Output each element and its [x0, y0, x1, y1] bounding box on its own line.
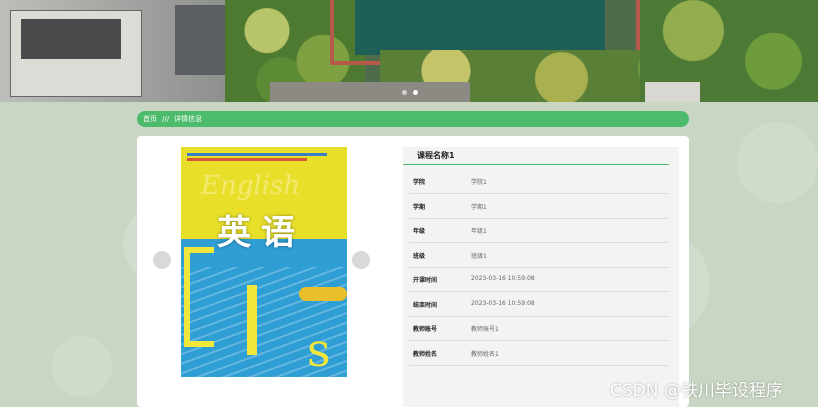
image-next-button[interactable] — [352, 251, 370, 269]
detail-value: 学期1 — [471, 204, 487, 211]
banner-building — [175, 5, 230, 75]
detail-value: 年级1 — [471, 228, 487, 235]
detail-value: 2023-03-16 10:59:08 — [471, 300, 535, 307]
detail-value: 教师账号1 — [471, 326, 499, 333]
detail-label: 年级 — [413, 228, 426, 235]
banner-building — [10, 10, 142, 97]
detail-label: 学院 — [413, 179, 426, 186]
cover-stripe — [187, 153, 327, 156]
cover-letter-e — [184, 247, 214, 347]
detail-row: 年级 年级1 — [409, 218, 669, 243]
banner-carousel[interactable] — [0, 0, 818, 102]
banner-road — [270, 82, 470, 102]
breadcrumb-separator: /// — [162, 115, 170, 123]
detail-label: 学期 — [413, 204, 426, 211]
detail-label: 教师姓名 — [413, 351, 438, 358]
detail-value: 班级1 — [471, 253, 487, 260]
cover-sticker — [299, 287, 347, 301]
cover-stripe — [187, 158, 307, 161]
cover-letter-l — [247, 285, 257, 355]
detail-label: 开课时间 — [413, 277, 438, 284]
detail-row: 教师姓名 教师姓名1 — [409, 341, 669, 366]
banner-court — [355, 0, 605, 55]
detail-label: 结束时间 — [413, 302, 438, 309]
detail-label: 班级 — [413, 253, 426, 260]
detail-row: 开课时间 2023-03-16 10:59:08 — [409, 267, 669, 292]
detail-row: 学期 学期1 — [409, 194, 669, 219]
detail-card: English 英语 s 课程名称1 学院 学院1 学期 学期1 年级 年级1 … — [137, 136, 689, 407]
detail-row: 学院 学院1 — [409, 169, 669, 194]
detail-value: 学院1 — [471, 179, 487, 186]
course-name: 课程名称1 — [403, 147, 669, 165]
detail-row: 教师账号 教师账号1 — [409, 316, 669, 341]
detail-row: 结束时间 2023-03-16 10:59:08 — [409, 292, 669, 317]
carousel-dot-active[interactable] — [413, 90, 418, 95]
course-cover-image: English 英语 s — [181, 147, 347, 377]
carousel-dot[interactable] — [402, 90, 407, 95]
image-prev-button[interactable] — [153, 251, 171, 269]
detail-label: 教师账号 — [413, 326, 438, 333]
csdn-watermark: CSDN @铁川毕设程序 — [610, 381, 783, 401]
cover-title: 英语 — [217, 213, 305, 253]
detail-row: 班级 班级1 — [409, 243, 669, 268]
carousel-dots — [402, 90, 418, 95]
detail-value: 2023-03-16 10:59:08 — [471, 275, 535, 282]
breadcrumb-current: 详情信息 — [174, 115, 203, 123]
cover-letter-s: s — [307, 323, 331, 377]
banner-building — [645, 82, 700, 102]
cover-english-text: English — [201, 171, 301, 201]
breadcrumb: 首页 /// 详情信息 — [137, 111, 689, 127]
course-details-panel: 课程名称1 学院 学院1 学期 学期1 年级 年级1 班级 班级1 开课时间 2… — [403, 147, 679, 407]
detail-value: 教师姓名1 — [471, 351, 499, 358]
breadcrumb-home[interactable]: 首页 — [143, 114, 157, 124]
